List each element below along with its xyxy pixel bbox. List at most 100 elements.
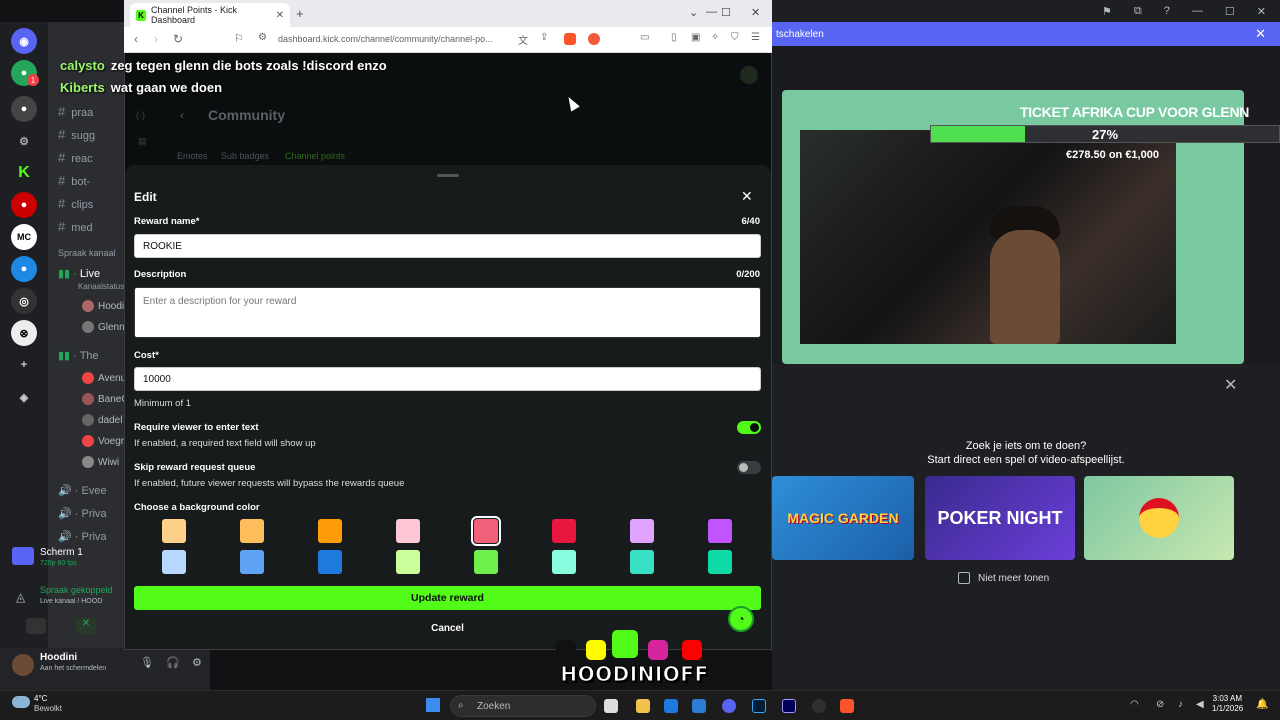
close-icon[interactable]: ✕: [276, 10, 284, 21]
drag-handle[interactable]: [437, 174, 459, 177]
color-swatch[interactable]: [240, 550, 264, 574]
task-view-icon[interactable]: [604, 699, 618, 713]
voice-user[interactable]: Hoodi: [82, 300, 124, 312]
screen-share-icon[interactable]: ✕: [76, 618, 96, 634]
outlook-icon[interactable]: [692, 699, 706, 713]
color-swatch[interactable]: [162, 550, 186, 574]
update-reward-button[interactable]: Update reward: [134, 586, 761, 610]
server-icon[interactable]: ●: [11, 192, 37, 218]
tray-wifi-icon[interactable]: ◠: [1130, 699, 1139, 710]
window-icon[interactable]: ⧉: [1134, 5, 1142, 18]
voice-channel[interactable]: 🔊 · Priva: [58, 530, 107, 543]
server-icon[interactable]: ◎: [11, 288, 37, 314]
server-icon[interactable]: MC: [11, 224, 37, 250]
color-swatch[interactable]: [240, 519, 264, 543]
screen-share-card[interactable]: Scherm 1 720p 60 fps: [8, 543, 124, 573]
color-swatch[interactable]: [552, 550, 576, 574]
menu-icon[interactable]: ▤: [138, 136, 147, 147]
voice-user[interactable]: BaneG: [82, 393, 129, 405]
voice-user[interactable]: Wiwi: [82, 456, 119, 468]
voice-user[interactable]: Voegr: [82, 435, 124, 447]
wallet-icon[interactable]: ▣: [691, 32, 700, 43]
maximize-icon[interactable]: ☐: [1225, 5, 1235, 18]
checkbox[interactable]: [958, 572, 970, 584]
bookmark-icon[interactable]: ⚐: [234, 32, 244, 45]
server-icon[interactable]: ●: [11, 96, 37, 122]
maximize-icon[interactable]: ☐: [721, 6, 731, 19]
channel-item[interactable]: # sugg: [58, 127, 95, 142]
help-icon[interactable]: ?: [1164, 5, 1170, 17]
server-icon[interactable]: ⊗: [11, 320, 37, 346]
minimize-icon[interactable]: —: [706, 6, 717, 18]
new-tab-icon[interactable]: +: [296, 6, 304, 21]
menu-icon[interactable]: ☰: [751, 32, 760, 43]
reward-name-input[interactable]: ROOKIE: [134, 234, 761, 258]
settings-gear-icon[interactable]: ⚙: [192, 656, 202, 669]
add-server-icon[interactable]: +: [11, 352, 37, 378]
share-icon[interactable]: ⇪: [540, 32, 548, 43]
gear-icon[interactable]: ⚙: [11, 128, 37, 154]
brave-shield-icon[interactable]: [564, 33, 576, 45]
taskbar-search[interactable]: Zoeken: [450, 695, 596, 717]
color-swatch[interactable]: [708, 550, 732, 574]
close-icon[interactable]: ✕: [751, 6, 760, 19]
tray-volume-icon[interactable]: ◀: [1196, 699, 1204, 710]
voice-channel-live[interactable]: ▮▮ · Live: [58, 267, 100, 280]
reader-icon[interactable]: ▭: [640, 32, 649, 43]
dont-show-again[interactable]: Niet meer tonen: [958, 572, 1049, 584]
site-info-icon[interactable]: ⚙: [258, 32, 267, 43]
headphones-icon[interactable]: 🎧: [166, 656, 180, 669]
minimize-icon[interactable]: —: [1192, 5, 1203, 17]
server-icon[interactable]: ●: [11, 256, 37, 282]
inbox-icon[interactable]: ⚑: [1102, 5, 1112, 18]
description-textarea[interactable]: Enter a description for your reward: [134, 287, 761, 338]
premiere-icon[interactable]: [782, 699, 796, 713]
color-swatch[interactable]: [162, 519, 186, 543]
tray-network-icon[interactable]: ⊘: [1156, 699, 1164, 710]
channel-item[interactable]: # reac: [58, 150, 93, 165]
close-icon[interactable]: ✕: [1257, 5, 1266, 18]
channel-item[interactable]: # clips: [58, 196, 93, 211]
color-swatch[interactable]: [318, 519, 342, 543]
url-bar[interactable]: dashboard.kick.com/channel/community/cha…: [278, 34, 508, 44]
game-card-poker-night[interactable]: POKER NIGHT: [925, 476, 1075, 560]
brave-taskbar-icon[interactable]: [840, 699, 854, 713]
game-card-magic-garden[interactable]: MAGIC GARDEN: [772, 476, 914, 560]
support-chat-icon[interactable]: ◔: [728, 606, 754, 632]
require-text-toggle[interactable]: [737, 421, 761, 434]
cancel-button[interactable]: Cancel: [134, 620, 761, 636]
photoshop-icon[interactable]: [752, 699, 766, 713]
close-icon[interactable]: ✕: [1224, 375, 1237, 395]
color-swatch[interactable]: [318, 550, 342, 574]
windows-start-icon[interactable]: [426, 698, 440, 712]
tab-channel-points[interactable]: Channel points: [285, 151, 345, 161]
leo-icon[interactable]: ✧: [711, 32, 719, 43]
voice-user[interactable]: Avenu: [82, 372, 126, 384]
kick-server-icon[interactable]: K: [11, 160, 37, 186]
close-icon[interactable]: ✕: [741, 188, 753, 205]
avatar[interactable]: [12, 654, 34, 676]
voice-user[interactable]: dadel: [82, 414, 122, 426]
channel-item[interactable]: # med: [58, 219, 93, 234]
discover-icon[interactable]: ◈: [11, 384, 37, 410]
translate-icon[interactable]: 文: [518, 32, 528, 47]
color-swatch[interactable]: [552, 519, 576, 543]
microphone-icon[interactable]: 🎙: [140, 656, 154, 669]
file-explorer-icon[interactable]: [636, 699, 650, 713]
weather-icon[interactable]: [12, 696, 30, 708]
brave-rewards-icon[interactable]: [588, 33, 600, 45]
game-card-chicken[interactable]: [1084, 476, 1234, 560]
tray-mic-icon[interactable]: ♪: [1178, 699, 1183, 710]
obs-icon[interactable]: [812, 699, 826, 713]
channel-item[interactable]: # praa: [58, 104, 93, 119]
tab-emotes[interactable]: Emotes: [177, 151, 208, 161]
sidebar-icon[interactable]: ▯: [671, 32, 677, 43]
color-swatch[interactable]: [396, 550, 420, 574]
browser-tab[interactable]: K Channel Points - Kick Dashboard ✕: [130, 3, 290, 27]
profile-avatar[interactable]: [740, 66, 758, 84]
voice-connected-channel[interactable]: Live kanaal / HOOD: [40, 598, 124, 605]
collapse-icon[interactable]: (·): [136, 110, 145, 120]
banner-action[interactable]: tschakelen: [776, 29, 824, 40]
notification-bell-icon[interactable]: 🔔: [1256, 699, 1268, 710]
discord-home-icon[interactable]: ◉: [11, 28, 37, 54]
